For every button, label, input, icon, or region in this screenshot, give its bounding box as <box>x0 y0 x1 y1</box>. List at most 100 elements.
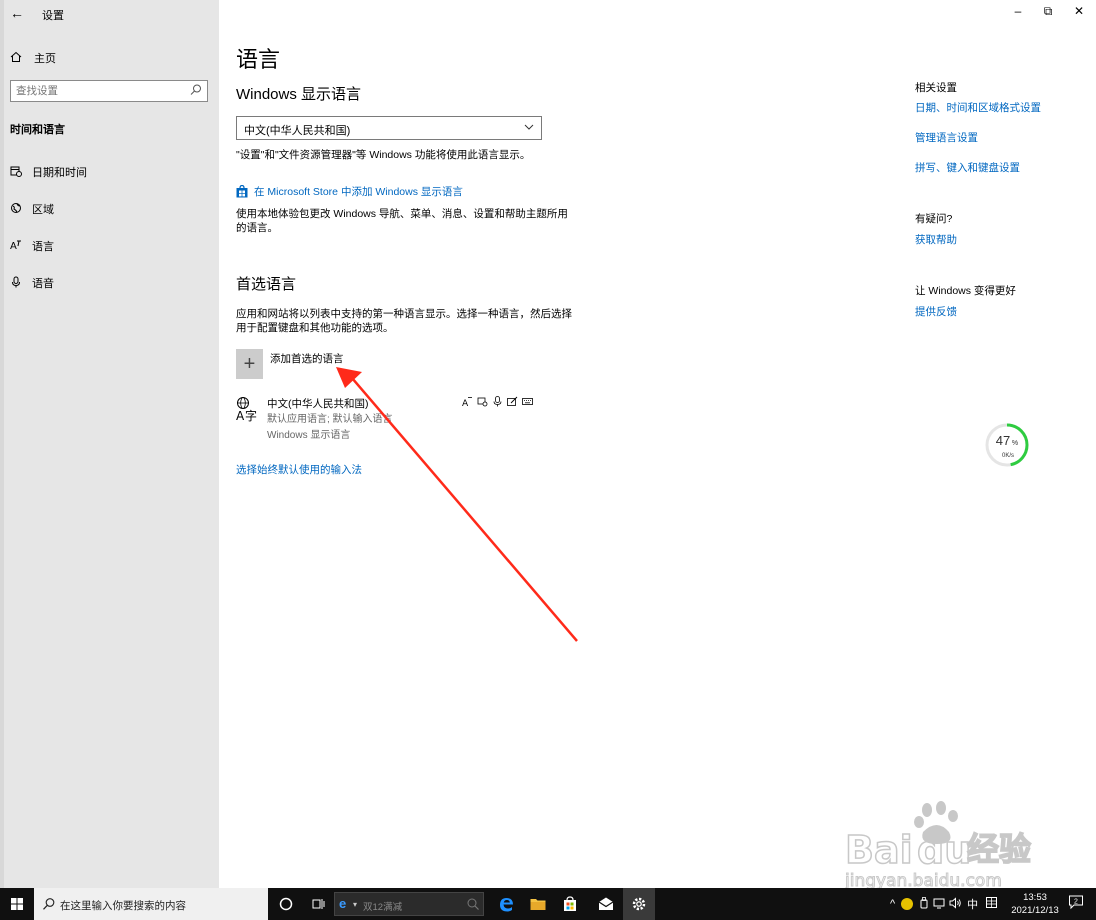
start-button[interactable] <box>0 888 34 920</box>
restore-button[interactable]: ⧉ <box>1040 4 1056 19</box>
display-language-heading: Windows 显示语言 <box>236 86 362 103</box>
sidebar-item-label: 区域 <box>32 204 54 216</box>
watermark-cn: 经验 <box>967 830 1031 868</box>
settings-app[interactable] <box>623 888 655 920</box>
plus-icon[interactable]: + <box>236 349 263 379</box>
speed-rate: 0K/s <box>1002 453 1014 459</box>
notification-icon: 2 <box>1069 895 1083 910</box>
feedback-link[interactable]: 提供反馈 <box>915 304 957 319</box>
speed-percent: 47 <box>996 433 1010 448</box>
network-speed-widget[interactable]: 47 % 0K/s <box>984 422 1030 468</box>
sidebar-item-label: 语言 <box>32 241 54 253</box>
spelling-typing-keyboard-link[interactable]: 拼写、键入和键盘设置 <box>915 160 1020 175</box>
preferred-language-heading: 首选语言 <box>236 276 297 293</box>
taskbar-search[interactable]: 在这里输入你要搜索的内容 <box>34 888 268 920</box>
chevron-down-icon <box>524 124 534 130</box>
settings-search-input[interactable] <box>11 81 181 101</box>
display-language-value: 中文(中华人民共和国) <box>244 125 351 137</box>
speech-feature-icon <box>477 396 488 407</box>
add-language-button[interactable]: + 添加首选的语言 <box>236 349 344 379</box>
search-icon[interactable] <box>466 897 480 911</box>
gear-icon <box>632 897 646 911</box>
sidebar-item-label: 日期和时间 <box>32 167 87 179</box>
ime-grid-icon[interactable] <box>986 897 998 911</box>
home-label: 主页 <box>34 53 56 65</box>
mail-app[interactable] <box>590 888 622 920</box>
manage-language-link[interactable]: 管理语言设置 <box>915 130 978 145</box>
settings-search[interactable] <box>10 80 208 102</box>
volume-icon[interactable] <box>949 896 962 912</box>
sidebar-item-region[interactable]: 区域 <box>0 196 219 222</box>
date-time-region-link[interactable]: 日期、时间和区域格式设置 <box>915 100 1041 115</box>
globe-region-icon <box>10 202 24 216</box>
sidebar: ← 设置 主页 时间和语言 日期和时间 区域 A 语言 语音 <box>0 0 219 888</box>
task-view-button[interactable] <box>302 888 334 920</box>
microphone-feature-icon <box>492 396 503 407</box>
baidu-watermark: Bai du 经验 jingyan.baidu.com <box>844 800 1045 892</box>
watermark-brand2: du <box>917 828 971 872</box>
display-language-note: "设置"和"文件资源管理器"等 Windows 功能将使用此语言显示。 <box>236 149 531 161</box>
usb-device-icon[interactable] <box>919 896 929 912</box>
display-language-feature-icon: A <box>462 396 473 409</box>
home-icon <box>10 51 24 66</box>
windows-logo-icon <box>11 898 23 910</box>
home-nav[interactable]: 主页 <box>10 49 56 67</box>
store-link[interactable]: 在 Microsoft Store 中添加 Windows 显示语言 <box>236 184 463 199</box>
edge-icon <box>500 898 513 912</box>
language-name: 中文(中华人民共和国) <box>267 398 369 410</box>
store-link-text[interactable]: 在 Microsoft Store 中添加 Windows 显示语言 <box>254 184 463 199</box>
display-language-select[interactable]: 中文(中华人民共和国) <box>236 116 542 140</box>
minimize-button[interactable]: – <box>1010 4 1026 18</box>
get-help-link[interactable]: 获取帮助 <box>915 232 957 247</box>
taskbar-search-text: 在这里输入你要搜索的内容 <box>60 900 186 912</box>
window-edge <box>0 0 4 888</box>
mail-icon <box>598 897 614 910</box>
chevron-up-icon[interactable]: ^ <box>890 898 895 910</box>
search-icon[interactable] <box>189 83 203 97</box>
language-icon: A <box>10 239 24 253</box>
app-title: 设置 <box>42 10 64 22</box>
edge-app[interactable] <box>490 888 522 920</box>
add-language-label: 添加首选的语言 <box>270 353 344 365</box>
back-button[interactable]: ← <box>10 5 26 21</box>
network-icon[interactable] <box>933 897 945 912</box>
folder-icon <box>530 899 546 910</box>
watermark-brand: Bai <box>845 828 913 872</box>
taskbar-address-box[interactable]: e ▾ 双12满减 <box>334 892 484 916</box>
notification-center-button[interactable]: 2 <box>1066 894 1086 914</box>
speed-percent-sign: % <box>1012 440 1018 447</box>
sidebar-item-datetime[interactable]: 日期和时间 <box>0 159 219 185</box>
store-description-line2: 的语言。 <box>236 222 278 234</box>
notification-count: 2 <box>1074 899 1078 906</box>
tray-app-icon[interactable] <box>901 898 914 910</box>
taskbar-clock[interactable]: 13:53 2021/12/13 <box>1008 891 1062 917</box>
sidebar-item-language[interactable]: A 语言 <box>0 233 219 259</box>
sidebar-item-speech[interactable]: 语音 <box>0 270 219 296</box>
section-title: 时间和语言 <box>10 124 65 136</box>
watermark-url: jingyan.baidu.com <box>845 871 1002 888</box>
language-feature-icons: A <box>462 396 533 409</box>
sidebar-item-label: 语音 <box>32 278 54 290</box>
svg-text:A: A <box>462 399 469 407</box>
store-icon <box>564 896 576 911</box>
store-app[interactable] <box>554 888 586 920</box>
language-pack-icon: A字 <box>236 396 260 424</box>
default-input-method-link[interactable]: 选择始终默认使用的输入法 <box>236 462 362 477</box>
page-title: 语言 <box>236 47 281 72</box>
svg-text:字: 字 <box>245 408 257 423</box>
language-list-item[interactable]: A字 中文(中华人民共和国) 默认应用语言; 默认输入语言 Windows 显示… <box>236 396 542 441</box>
file-explorer-app[interactable] <box>522 888 554 920</box>
cortana-button[interactable] <box>270 888 302 920</box>
svg-text:A: A <box>236 409 245 423</box>
clock-date: 2021/12/13 <box>1011 905 1059 916</box>
ime-indicator[interactable]: 中 <box>967 896 978 912</box>
store-bag-icon <box>236 185 248 198</box>
close-button[interactable]: ✕ <box>1071 4 1087 18</box>
make-windows-better-heading: 让 Windows 变得更好 <box>915 285 1016 297</box>
browser-e-icon: e <box>339 896 347 911</box>
microphone-icon <box>10 276 24 290</box>
address-text: 双12满减 <box>363 902 403 913</box>
system-tray: ^ 中 <box>890 888 998 920</box>
handwriting-feature-icon <box>507 396 518 407</box>
task-view-icon <box>312 899 325 909</box>
